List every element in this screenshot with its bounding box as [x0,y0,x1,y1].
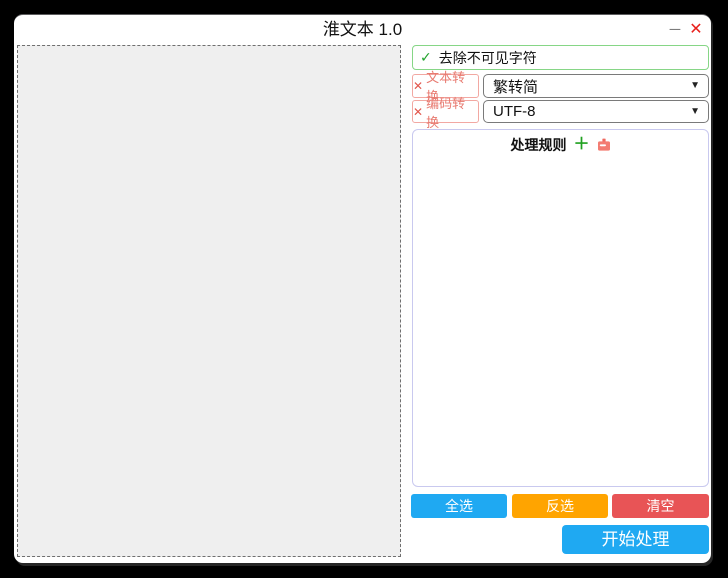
select-all-button[interactable]: 全选 [411,494,507,518]
chevron-down-icon: ▼ [690,106,700,117]
title-bar: 淮文本 1.0 ─ ✕ [14,15,711,45]
chevron-down-icon: ▼ [690,80,700,91]
x-icon: ✕ [413,105,423,119]
check-icon: ✓ [420,49,432,66]
encoding-convert-label: 编码转换 [426,93,478,131]
start-processing-button[interactable]: 开始处理 [562,525,709,554]
window-title: 淮文本 1.0 [14,15,711,45]
file-drop-area[interactable] [17,45,401,557]
remove-invisible-chars-label: 去除不可见字符 [439,48,537,68]
encoding-convert-select[interactable]: UTF-8 ▼ [483,100,709,123]
add-rule-icon[interactable]: ＋ [573,138,589,152]
minimize-icon[interactable]: ─ [666,18,684,42]
encoding-convert-row: ✕ 编码转换 UTF-8 ▼ [412,100,709,123]
x-icon: ✕ [413,79,423,93]
rules-list-panel[interactable]: 处理规则 ＋ [412,129,709,487]
rules-header: 处理规则 ＋ [413,135,708,155]
invert-selection-button[interactable]: 反选 [512,494,608,518]
rules-title: 处理规则 [510,135,566,155]
close-icon[interactable]: ✕ [686,18,706,42]
text-convert-select[interactable]: 繁转简 ▼ [483,74,709,98]
encoding-convert-value: UTF-8 [493,103,536,120]
encoding-convert-toggle[interactable]: ✕ 编码转换 [412,100,479,123]
clear-button[interactable]: 清空 [612,494,709,518]
app-window: 淮文本 1.0 ─ ✕ ✓ 去除不可见字符 ✕ 文本转换 繁转简 ▼ ✕ 编码转… [14,14,711,563]
clear-rules-brush-icon[interactable] [597,138,611,152]
text-convert-value: 繁转简 [493,76,538,97]
